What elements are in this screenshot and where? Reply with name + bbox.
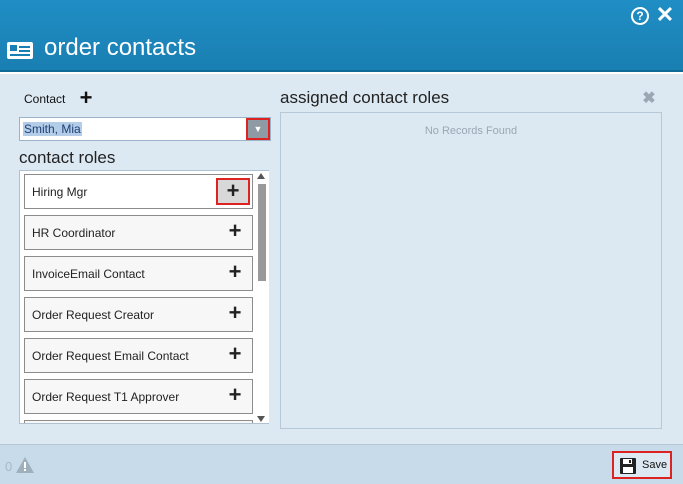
roles-scrollbar[interactable] (255, 171, 269, 423)
role-item-invoiceemail-contact[interactable]: InvoiceEmail Contact + (24, 256, 253, 291)
role-item-order-request-t1-approver[interactable]: Order Request T1 Approver + (24, 379, 253, 414)
contact-dropdown-button[interactable]: ▼ (246, 118, 270, 140)
role-label: InvoiceEmail Contact (32, 267, 145, 281)
contact-select[interactable]: Smith, Mia ▼ (19, 117, 271, 141)
add-role-button[interactable]: + (224, 261, 246, 284)
window-title: order contacts (44, 34, 197, 61)
contact-roles-heading: contact roles (19, 148, 116, 167)
add-contact-icon[interactable]: + (78, 87, 94, 109)
clear-assigned-icon[interactable]: ✖ (641, 91, 657, 107)
scroll-thumb[interactable] (258, 184, 266, 281)
role-item-partial[interactable] (24, 420, 253, 423)
role-item-order-request-creator[interactable]: Order Request Creator + (24, 297, 253, 332)
role-label: HR Coordinator (32, 226, 116, 240)
help-icon[interactable]: ? (631, 7, 649, 25)
assigned-roles-panel: No Records Found (280, 112, 662, 429)
floppy-disk-icon (620, 458, 636, 474)
dialog-footer: 0 Save (0, 444, 683, 484)
contact-label: Contact (24, 92, 66, 106)
role-label: Hiring Mgr (32, 185, 88, 199)
role-item-hr-coordinator[interactable]: HR Coordinator + (24, 215, 253, 250)
role-item-hiring-mgr[interactable]: Hiring Mgr + (24, 174, 253, 209)
assigned-roles-heading: assigned contact roles (280, 88, 450, 107)
close-icon[interactable]: ✕ (655, 4, 675, 26)
role-label: Order Request T1 Approver (32, 390, 180, 404)
chevron-down-icon: ▼ (253, 124, 263, 134)
role-label: Order Request Creator (32, 308, 155, 322)
save-button-label: Save (642, 459, 668, 471)
contact-roles-list: Hiring Mgr + HR Coordinator + InvoiceEma… (19, 170, 269, 424)
contact-card-icon (7, 42, 33, 59)
add-role-button[interactable]: + (224, 220, 246, 243)
add-role-button[interactable]: + (224, 302, 246, 325)
warning-icon[interactable] (15, 456, 35, 474)
role-item-order-request-email-contact[interactable]: Order Request Email Contact + (24, 338, 253, 373)
role-label: Order Request Email Contact (32, 349, 189, 363)
contact-select-value: Smith, Mia (23, 122, 82, 136)
add-role-button[interactable]: + (224, 343, 246, 366)
scroll-down-arrow-icon[interactable] (257, 416, 265, 422)
window-titlebar: order contacts ? ✕ (0, 0, 683, 72)
add-role-button[interactable]: + (224, 384, 246, 407)
save-button[interactable]: Save (612, 451, 672, 479)
warning-count: 0 (5, 459, 13, 474)
add-role-button[interactable]: + (216, 178, 250, 205)
scroll-up-arrow-icon[interactable] (257, 173, 265, 179)
empty-state-text: No Records Found (424, 125, 518, 137)
